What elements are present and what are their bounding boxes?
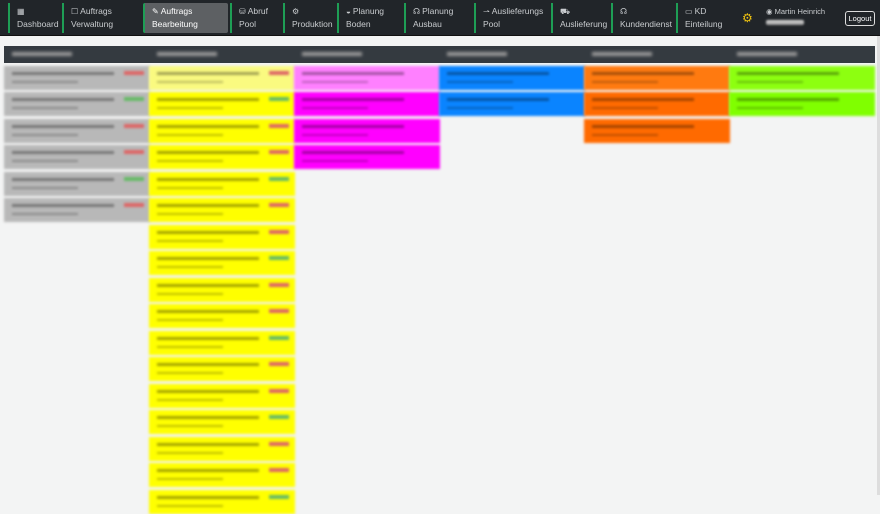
user-name: Martin Heinrich bbox=[774, 7, 826, 16]
nav-label-line1: Auftrags bbox=[160, 6, 193, 16]
nav-item-pool[interactable]: ⇀ Auslieferungs Pool bbox=[474, 3, 546, 33]
calendar-icon: ▭ bbox=[685, 7, 693, 16]
nav-label-line2: Produktion bbox=[292, 19, 333, 29]
nav-item-auslieferung[interactable]: ⛟ Auslieferung bbox=[551, 3, 609, 33]
nav-label-line1: Auslieferungs bbox=[491, 6, 544, 16]
order-card[interactable] bbox=[4, 145, 150, 169]
nav-label-line1: Planung bbox=[422, 6, 454, 16]
board-column bbox=[4, 46, 150, 222]
nav-label-line1: Auftrags bbox=[80, 6, 112, 16]
nav-label-line2: Boden bbox=[346, 19, 371, 29]
truck-icon: ⛟ bbox=[560, 7, 571, 16]
nav-label-line2: Pool bbox=[239, 19, 257, 29]
logout-button[interactable]: Logout bbox=[845, 11, 875, 26]
order-card[interactable] bbox=[4, 171, 150, 196]
order-card[interactable] bbox=[729, 92, 875, 116]
nav-label-line2: Einteilung bbox=[685, 19, 723, 29]
nav-label-line2: Ausbau bbox=[413, 19, 442, 29]
nav-item-dashboard[interactable]: ▦ Dashboard bbox=[8, 3, 59, 33]
column-header bbox=[294, 46, 440, 63]
order-card[interactable] bbox=[149, 357, 295, 381]
order-card[interactable] bbox=[149, 92, 295, 116]
column-header bbox=[439, 46, 585, 63]
nav-label-line2: Dashboard bbox=[17, 19, 59, 29]
column-header bbox=[584, 46, 730, 63]
nav-label-line2: Kundendienst bbox=[620, 19, 672, 29]
order-card[interactable] bbox=[149, 489, 295, 514]
headset-icon: ☊ bbox=[413, 7, 421, 16]
gear-circle-icon: ⚙ bbox=[292, 7, 300, 16]
order-card[interactable] bbox=[584, 92, 730, 116]
order-card[interactable] bbox=[294, 92, 440, 116]
order-card[interactable] bbox=[729, 65, 875, 90]
order-card[interactable] bbox=[149, 224, 295, 249]
column-header bbox=[149, 46, 295, 63]
nav-label-line2: Pool bbox=[483, 19, 501, 29]
nav-item-produktion[interactable]: ⚙ Produktion bbox=[283, 3, 333, 33]
board-column bbox=[584, 46, 730, 143]
order-card[interactable] bbox=[149, 65, 295, 90]
order-card[interactable] bbox=[149, 118, 295, 143]
nav-label-line1: Abruf bbox=[247, 6, 269, 16]
nav-item-bearbeitung[interactable]: ✎ Auftrags Bearbeitung bbox=[143, 3, 228, 33]
order-card[interactable] bbox=[149, 198, 295, 222]
pencil-square-icon: ✎ bbox=[152, 7, 159, 16]
order-card[interactable] bbox=[584, 118, 730, 143]
order-card[interactable] bbox=[439, 92, 585, 116]
order-card[interactable] bbox=[149, 436, 295, 461]
order-card[interactable] bbox=[149, 330, 295, 355]
board-column bbox=[149, 46, 295, 514]
user-icon: ◉ bbox=[766, 7, 775, 16]
order-card[interactable] bbox=[439, 65, 585, 90]
nav-item-ausbau[interactable]: ☊ Planung Ausbau bbox=[404, 3, 466, 33]
nav-item-pool[interactable]: ⛁ Abruf Pool bbox=[230, 3, 280, 33]
order-card[interactable] bbox=[4, 65, 150, 90]
nav-item-kundendienst[interactable]: ☊ Kundendienst bbox=[611, 3, 673, 33]
layers-icon: ◒ bbox=[346, 7, 351, 16]
nav-label-line1: Planung bbox=[352, 6, 385, 16]
order-card[interactable] bbox=[294, 65, 440, 90]
nav-label-line2: Verwaltung bbox=[71, 19, 114, 29]
settings-gear-icon[interactable]: ⚙ bbox=[742, 11, 753, 25]
order-card[interactable] bbox=[4, 118, 150, 143]
arrow-right-icon: ⇀ bbox=[483, 7, 490, 16]
order-card[interactable] bbox=[149, 383, 295, 408]
board-column bbox=[294, 46, 440, 169]
dashboard-icon: ▦ bbox=[17, 7, 25, 16]
order-card[interactable] bbox=[149, 277, 295, 302]
order-card[interactable] bbox=[584, 65, 730, 90]
order-card[interactable] bbox=[294, 118, 440, 143]
order-card[interactable] bbox=[149, 145, 295, 169]
board-column bbox=[439, 46, 585, 116]
board-column bbox=[729, 46, 875, 116]
user-info[interactable]: ◉ Martin Heinrich bbox=[766, 7, 825, 25]
order-card[interactable] bbox=[4, 92, 150, 116]
column-header bbox=[729, 46, 875, 63]
order-card[interactable] bbox=[149, 171, 295, 196]
nav-label-line2: Bearbeitung bbox=[152, 19, 198, 29]
order-card[interactable] bbox=[294, 145, 440, 169]
order-card[interactable] bbox=[149, 304, 295, 328]
database-icon: ⛁ bbox=[239, 7, 246, 16]
column-header bbox=[4, 46, 150, 63]
order-card[interactable] bbox=[149, 410, 295, 434]
headphones-icon: ☊ bbox=[620, 7, 628, 16]
order-card[interactable] bbox=[149, 251, 295, 275]
nav-label-line2: Auslieferung bbox=[560, 19, 608, 29]
order-card[interactable] bbox=[149, 463, 295, 487]
user-role-blurred bbox=[766, 20, 804, 25]
nav-item-einteilung[interactable]: ▭ KD Einteilung bbox=[676, 3, 731, 33]
edit-square-icon: ☐ bbox=[71, 7, 79, 16]
nav-item-boden[interactable]: ◒ Planung Boden bbox=[337, 3, 399, 33]
order-card[interactable] bbox=[4, 198, 150, 222]
nav-item-verwaltung[interactable]: ☐ Auftrags Verwaltung bbox=[62, 3, 137, 33]
nav-label-line1: KD bbox=[694, 6, 707, 16]
